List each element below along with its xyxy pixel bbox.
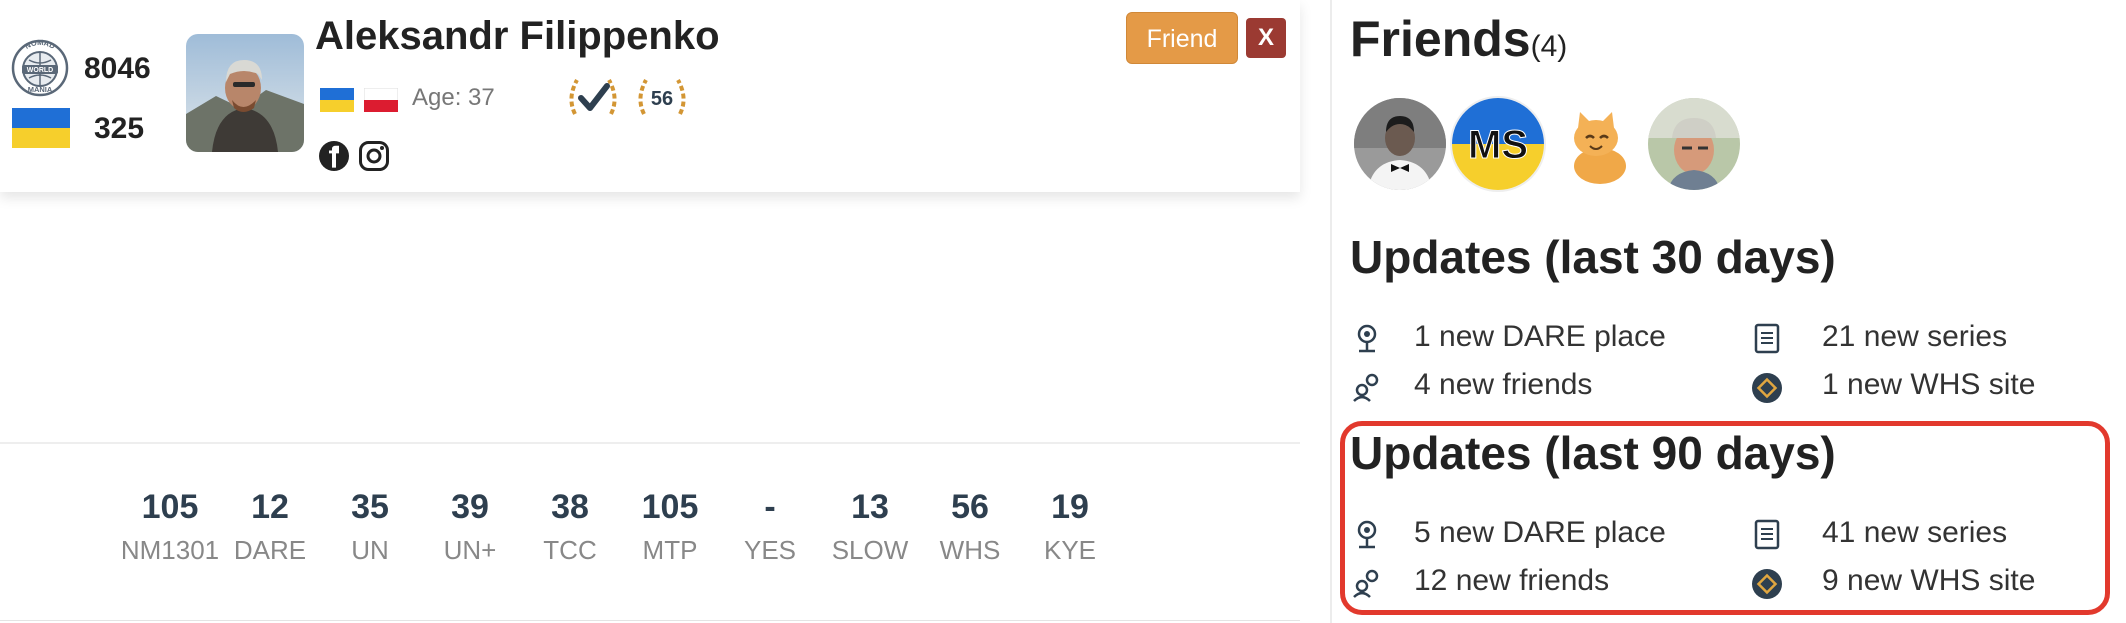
close-button[interactable]: X <box>1246 18 1286 58</box>
friends-icon <box>1353 373 1379 402</box>
svg-text:MANIA: MANIA <box>28 85 53 94</box>
friend-avatar-cap[interactable] <box>1648 98 1740 190</box>
stat-kye[interactable]: 19 KYE <box>1015 488 1125 566</box>
friends-heading: Friends(4) <box>1350 11 1568 67</box>
stat-tcc[interactable]: 38 TCC <box>515 488 625 566</box>
update-30-dare[interactable]: 1 new DARE place <box>1414 320 1666 354</box>
level-laurel-icon: 56 <box>638 79 686 115</box>
dare-pin-icon <box>1357 324 1377 353</box>
instagram-icon[interactable] <box>358 140 390 172</box>
nomad-score: 8046 <box>84 52 151 85</box>
updates-90-highlight-box <box>1340 421 2110 615</box>
svg-text:MS: MS <box>1468 123 1528 167</box>
profile-name: Aleksandr Filippenko <box>315 14 720 58</box>
nomad-mania-logo-icon: WORLD NOMAD MANIA <box>11 38 69 97</box>
friend-avatar-bowtie[interactable] <box>1354 98 1446 190</box>
update-30-friends[interactable]: 4 new friends <box>1414 368 1592 402</box>
bottom-divider <box>0 620 1300 621</box>
stat-mtp[interactable]: 105 MTP <box>615 488 725 566</box>
profile-column: WORLD NOMAD MANIA 8046 325 Aleksandr Fil… <box>0 0 1300 623</box>
friend-button[interactable]: Friend <box>1126 12 1238 64</box>
profile-card: WORLD NOMAD MANIA 8046 325 Aleksandr Fil… <box>0 0 1300 192</box>
stats-divider <box>0 442 1300 444</box>
friend-avatar-cat[interactable] <box>1550 98 1642 190</box>
poland-mini-flag-icon <box>364 88 398 112</box>
updates-30-heading: Updates (last 30 days) <box>1350 231 1836 283</box>
stat-un[interactable]: 35 UN <box>315 488 425 566</box>
stat-yes[interactable]: - YES <box>715 488 825 566</box>
update-30-series[interactable]: 21 new series <box>1822 320 2007 354</box>
verified-laurel-icon <box>569 79 617 115</box>
country-rank: 325 <box>94 112 145 145</box>
facebook-icon[interactable] <box>318 140 350 172</box>
stat-nm1301[interactable]: 105 NM1301 <box>115 488 225 566</box>
stat-slow[interactable]: 13 SLOW <box>815 488 925 566</box>
whs-badge-icon <box>1752 373 1782 403</box>
series-list-icon <box>1754 323 1780 354</box>
stat-dare[interactable]: 12 DARE <box>215 488 325 566</box>
update-30-whs[interactable]: 1 new WHS site <box>1822 368 2035 402</box>
friend-avatar-ms[interactable]: MS <box>1452 98 1544 190</box>
stat-un-plus[interactable]: 39 UN+ <box>415 488 525 566</box>
svg-text:WORLD: WORLD <box>27 67 53 74</box>
stat-whs[interactable]: 56 WHS <box>915 488 1025 566</box>
profile-photo[interactable] <box>186 34 304 152</box>
profile-age: Age: 37 <box>412 84 495 111</box>
ukraine-mini-flag-icon <box>320 88 354 112</box>
friends-count: (4) <box>1530 30 1568 63</box>
ukraine-flag-icon <box>12 108 70 148</box>
level-number: 56 <box>651 88 673 110</box>
